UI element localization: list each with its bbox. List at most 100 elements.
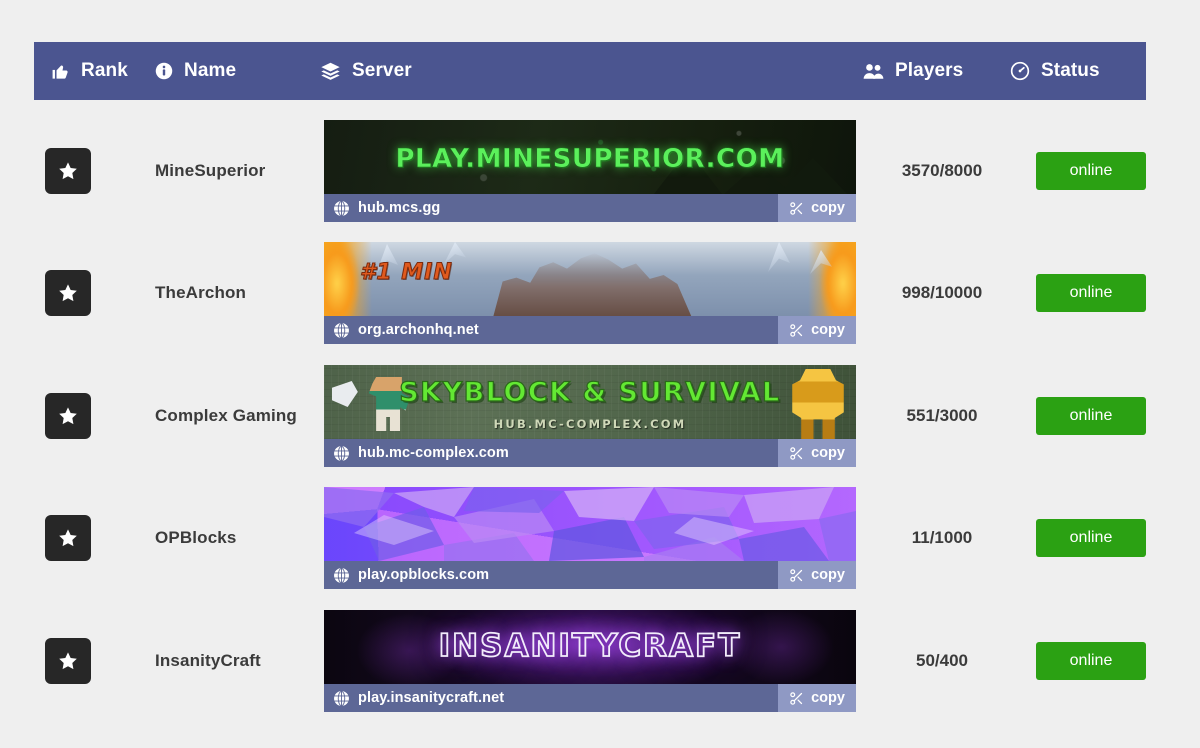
server-address-bar: play.insanitycraft.net copy (324, 684, 856, 712)
table-row: TheArchon #1 MIN org.archonhq.net copy 9… (34, 242, 1146, 344)
server-banner: #1 MIN (324, 242, 856, 316)
server-banner: PLAY.MINESUPERIOR.COM (324, 120, 856, 194)
column-header-players-label: Players (895, 60, 964, 81)
banner-subtitle: HUB.MC-COMPLEX.COM (493, 417, 687, 431)
server-cell: #1 MIN org.archonhq.net copy (324, 242, 856, 344)
status-cell: online (1016, 274, 1146, 312)
column-header-rank-label: Rank (81, 60, 128, 81)
table-row: Complex Gaming SKYBLOCK & SURVIVAL HUB.M… (34, 365, 1146, 467)
column-header-status-label: Status (1041, 60, 1100, 81)
status-badge[interactable]: online (1036, 274, 1146, 312)
status-badge[interactable]: online (1036, 642, 1146, 680)
rank-cell (34, 148, 155, 194)
server-cell: PLAY.MINESUPERIOR.COM hub.mcs.gg copy (324, 120, 856, 222)
banner-title: #1 MIN (360, 260, 453, 286)
server-name: Complex Gaming (155, 406, 297, 425)
copy-button[interactable]: copy (778, 194, 856, 222)
server-cell: SKYBLOCK & SURVIVAL HUB.MC-COMPLEX.COM h… (324, 365, 856, 467)
rank-badge[interactable] (45, 515, 91, 561)
globe-icon (333, 567, 350, 584)
column-header-players[interactable]: Players (850, 60, 1010, 82)
rank-cell (34, 393, 155, 439)
server-banner: SKYBLOCK & SURVIVAL HUB.MC-COMPLEX.COM (324, 365, 856, 439)
server-address: hub.mcs.gg (358, 200, 441, 216)
star-icon (57, 650, 79, 672)
table-row: MineSuperior PLAY.MINESUPERIOR.COM hub.m… (34, 120, 1146, 222)
speedometer-icon (1010, 61, 1030, 81)
server-card[interactable]: INSANITYCRAFT play.insanitycraft.net cop… (324, 610, 856, 712)
thumbs-up-icon (51, 62, 70, 81)
rank-cell (34, 270, 155, 316)
info-circle-icon (155, 62, 173, 80)
status-cell: online (1016, 397, 1146, 435)
table-row: InsanityCraft INSANITYCRAFT play.insanit… (34, 610, 1146, 712)
copy-button[interactable]: copy (778, 439, 856, 467)
star-icon (57, 282, 79, 304)
column-header-server-label: Server (352, 60, 412, 81)
globe-icon (333, 690, 350, 707)
globe-icon (333, 445, 350, 462)
server-address: play.opblocks.com (358, 567, 490, 583)
player-count: 11/1000 (911, 528, 973, 547)
player-count: 3570/8000 (901, 161, 983, 180)
server-name: MineSuperior (155, 161, 266, 180)
copy-button-label: copy (811, 445, 845, 461)
rank-badge[interactable] (45, 393, 91, 439)
rank-cell (34, 515, 155, 561)
server-card[interactable]: play.opblocks.com copy (324, 487, 856, 589)
server-list-page: Rank Name Server Players Status MineSupe… (0, 0, 1200, 748)
server-cell: INSANITYCRAFT play.insanitycraft.net cop… (324, 610, 856, 712)
copy-button-label: copy (811, 690, 845, 706)
rank-cell (34, 638, 155, 684)
status-badge[interactable]: online (1036, 152, 1146, 190)
status-badge[interactable]: online (1036, 397, 1146, 435)
copy-button-label: copy (811, 322, 845, 338)
server-card[interactable]: PLAY.MINESUPERIOR.COM hub.mcs.gg copy (324, 120, 856, 222)
player-count: 50/400 (916, 651, 968, 670)
server-name: InsanityCraft (155, 651, 261, 670)
status-cell: online (1016, 519, 1146, 557)
rank-badge[interactable] (45, 148, 91, 194)
scissors-icon (789, 201, 804, 216)
server-card[interactable]: #1 MIN org.archonhq.net copy (324, 242, 856, 344)
column-header-rank[interactable]: Rank (51, 60, 155, 82)
rank-badge[interactable] (45, 638, 91, 684)
server-address-bar: hub.mc-complex.com copy (324, 439, 856, 467)
column-header-name[interactable]: Name (155, 60, 320, 82)
server-address: org.archonhq.net (358, 322, 479, 338)
server-cell: play.opblocks.com copy (324, 487, 856, 589)
server-address-bar: org.archonhq.net copy (324, 316, 856, 344)
server-banner (324, 487, 856, 561)
server-address: hub.mc-complex.com (358, 445, 509, 461)
copy-button[interactable]: copy (778, 316, 856, 344)
server-card[interactable]: SKYBLOCK & SURVIVAL HUB.MC-COMPLEX.COM h… (324, 365, 856, 467)
server-address-bar: play.opblocks.com copy (324, 561, 856, 589)
copy-button-label: copy (811, 200, 845, 216)
users-icon (863, 62, 884, 81)
table-row: OPBlocks play.opblocks.com copy 11/1000 … (34, 487, 1146, 589)
server-banner: INSANITYCRAFT (324, 610, 856, 684)
status-cell: online (1016, 642, 1146, 680)
player-count: 998/10000 (901, 283, 983, 302)
column-header-status[interactable]: Status (1010, 60, 1140, 82)
scissors-icon (789, 446, 804, 461)
banner-title: SKYBLOCK & SURVIVAL (399, 376, 781, 408)
status-badge[interactable]: online (1036, 519, 1146, 557)
scissors-icon (789, 568, 804, 583)
server-name: OPBlocks (155, 528, 237, 547)
star-icon (57, 405, 79, 427)
globe-icon (333, 200, 350, 217)
copy-button[interactable]: copy (778, 684, 856, 712)
rank-badge[interactable] (45, 270, 91, 316)
banner-title: PLAY.MINESUPERIOR.COM (395, 144, 785, 175)
scissors-icon (789, 691, 804, 706)
layers-icon (320, 61, 341, 82)
table-header: Rank Name Server Players Status (34, 42, 1146, 100)
column-header-server[interactable]: Server (320, 60, 850, 82)
copy-button[interactable]: copy (778, 561, 856, 589)
star-icon (57, 527, 79, 549)
scissors-icon (789, 323, 804, 338)
server-name: TheArchon (155, 283, 247, 302)
status-cell: online (1016, 152, 1146, 190)
server-address: play.insanitycraft.net (358, 690, 505, 706)
